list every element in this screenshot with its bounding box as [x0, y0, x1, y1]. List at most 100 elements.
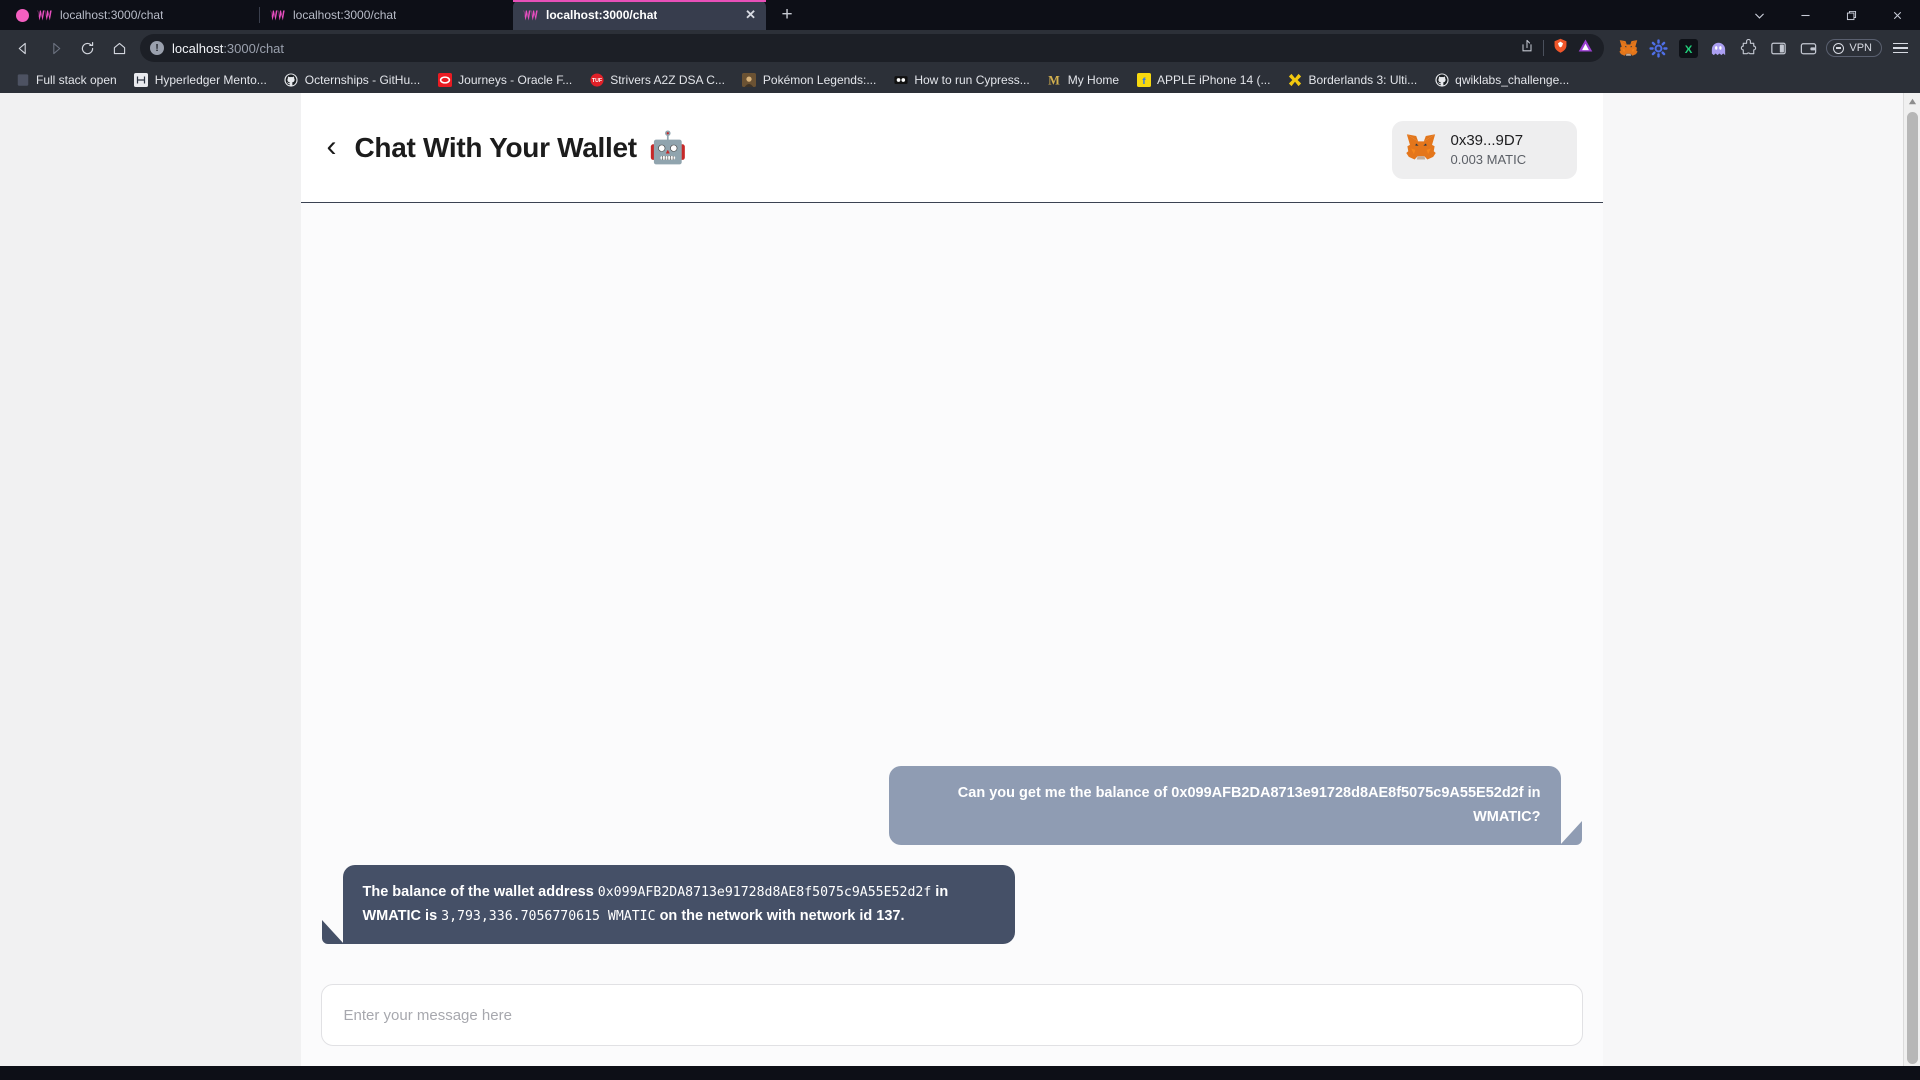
bookmark-item[interactable]: Octernships - GitHu...	[277, 69, 427, 90]
github-icon	[284, 72, 299, 87]
svg-text:TUF: TUF	[592, 78, 603, 84]
metamask-extension-icon[interactable]	[1616, 36, 1640, 60]
puzzle-extensions-icon[interactable]	[1736, 36, 1760, 60]
message-composer	[300, 984, 1603, 1066]
tab-strip: localhost:3000/chat localhost:3000/chat …	[0, 0, 1920, 30]
message-input[interactable]	[320, 984, 1583, 1046]
page-right-gutter	[1602, 93, 1903, 1066]
vpn-label: VPN	[1849, 42, 1872, 54]
close-button[interactable]	[1874, 0, 1920, 30]
bookmark-item[interactable]: qwiklabs_challenge...	[1427, 69, 1576, 90]
maximize-button[interactable]	[1828, 0, 1874, 30]
back-button[interactable]	[8, 34, 38, 62]
url-host: localhost	[172, 40, 224, 56]
bookmark-label: My Home	[1067, 72, 1120, 87]
message-text: Can you get me the balance of 0x099AFB2D…	[957, 785, 1541, 825]
page-title-text: Chat With Your Wallet	[354, 131, 638, 163]
bookmarks-bar: Full stack open Hyperledger Mento... Oct…	[0, 66, 1920, 93]
wallet-icon[interactable]	[1796, 36, 1820, 60]
wallet-connect-favicon	[37, 9, 52, 22]
reload-button[interactable]	[72, 34, 102, 62]
omnibox-actions	[1519, 37, 1594, 59]
scrollbar-thumb[interactable]	[1906, 112, 1918, 1064]
brave-shields-icon[interactable]	[1552, 37, 1569, 59]
recording-indicator-icon	[16, 8, 29, 22]
wallet-connect-favicon	[270, 9, 285, 22]
flipkart-icon: f	[1136, 72, 1151, 87]
page-left-gutter	[0, 93, 301, 1066]
borderlands-icon	[1287, 72, 1302, 87]
metamask-fox-icon	[1404, 131, 1438, 168]
chat-message-row: The balance of the wallet address 0x099A…	[321, 865, 1583, 958]
bookmark-item[interactable]: Pokémon Legends:...	[735, 69, 883, 90]
bookmark-item[interactable]: Borderlands 3: Ulti...	[1280, 69, 1424, 90]
new-tab-button[interactable]: +	[772, 0, 802, 30]
browser-tab-1[interactable]: localhost:3000/chat	[6, 0, 259, 30]
browser-menu-button[interactable]	[1888, 36, 1912, 60]
close-tab-icon[interactable]: ✕	[745, 7, 756, 23]
message-address-mono: 0x099AFB2DA8713e91728d8AE8f5075c9A55E52d…	[597, 885, 932, 901]
navigation-toolbar: ! localhost:3000/chat X VPN	[0, 30, 1920, 66]
bookmark-item[interactable]: Full stack open	[8, 69, 124, 90]
tab-search-button[interactable]	[1736, 0, 1782, 30]
wallet-details: 0x39...9D7 0.003 MATIC	[1451, 131, 1527, 169]
bookmark-label: Journeys - Oracle F...	[458, 72, 573, 87]
window-controls	[1736, 0, 1920, 30]
chat-app: ‹ Chat With Your Wallet 🤖 0x39...9D7 0.0…	[300, 93, 1603, 1066]
github-icon	[1434, 72, 1449, 87]
back-navigation-icon[interactable]: ‹	[327, 131, 337, 162]
vpn-button[interactable]: VPN	[1826, 39, 1882, 57]
bookmark-item[interactable]: Journeys - Oracle F...	[430, 69, 579, 90]
bookmark-label: Hyperledger Mento...	[154, 72, 267, 87]
svg-text:M: M	[1048, 73, 1060, 87]
browser-tab-2[interactable]: localhost:3000/chat	[260, 0, 513, 30]
excel-extension-icon[interactable]: X	[1676, 36, 1700, 60]
m-icon: M	[1047, 72, 1062, 87]
bookmark-item[interactable]: M My Home	[1040, 69, 1126, 90]
bookmark-item[interactable]: Hyperledger Mento...	[127, 69, 274, 90]
omnibox-divider	[1543, 40, 1545, 56]
site-info-icon[interactable]: !	[150, 41, 164, 55]
brave-rewards-icon[interactable]	[1577, 37, 1594, 59]
phantom-extension-icon[interactable]	[1706, 36, 1730, 60]
scroll-up-arrow-icon[interactable]	[1904, 93, 1920, 110]
minimize-button[interactable]	[1782, 0, 1828, 30]
bookmark-label: Full stack open	[36, 72, 117, 87]
wallet-address: 0x39...9D7	[1450, 132, 1524, 149]
chat-message-list: Can you get me the balance of 0x099AFB2D…	[300, 203, 1603, 984]
gear-extension-icon[interactable]	[1646, 36, 1670, 60]
oracle-icon	[437, 72, 452, 87]
page-title: Chat With Your Wallet 🤖	[355, 132, 688, 164]
tab-title: localhost:3000/chat	[293, 8, 397, 22]
address-bar-url: localhost:3000/chat	[172, 41, 284, 56]
bookmark-label: qwiklabs_challenge...	[1455, 72, 1570, 87]
wallet-card[interactable]: 0x39...9D7 0.003 MATIC	[1391, 121, 1577, 179]
bookmark-item[interactable]: f APPLE iPhone 14 (...	[1129, 69, 1277, 90]
user-message-bubble: Can you get me the balance of 0x099AFB2D…	[888, 766, 1582, 846]
video-icon	[893, 72, 908, 87]
browser-window: localhost:3000/chat localhost:3000/chat …	[0, 0, 1920, 1080]
sidebar-panel-icon[interactable]	[1766, 36, 1790, 60]
bookmark-item[interactable]: How to run Cypress...	[886, 69, 1036, 90]
bookmark-label: Strivers A2Z DSA C...	[610, 72, 725, 87]
forward-button[interactable]	[40, 34, 70, 62]
page-scrollbar[interactable]	[1903, 93, 1920, 1066]
takeuforward-icon: TUF	[589, 72, 604, 87]
pokemon-icon	[742, 72, 757, 87]
browser-tab-3-active[interactable]: localhost:3000/chat ✕	[513, 0, 766, 30]
hyperledger-icon	[134, 72, 149, 87]
bookmark-label: How to run Cypress...	[914, 72, 1030, 87]
wallet-balance: 0.003 MATIC	[1450, 152, 1527, 168]
share-icon[interactable]	[1519, 38, 1535, 59]
home-button[interactable]	[104, 34, 134, 62]
bookmark-label: APPLE iPhone 14 (...	[1157, 72, 1271, 87]
message-text-part: on the network with network id 137.	[655, 907, 905, 924]
wallet-connect-favicon	[523, 9, 538, 22]
bookmark-label: Pokémon Legends:...	[762, 72, 877, 87]
address-bar[interactable]: ! localhost:3000/chat	[140, 34, 1605, 62]
window-bottom-edge	[0, 1066, 1920, 1080]
bookmark-item[interactable]: TUF Strivers A2Z DSA C...	[582, 69, 732, 90]
hamburger-icon	[1892, 42, 1908, 54]
url-path: :3000/chat	[223, 40, 285, 56]
tab-title: localhost:3000/chat	[60, 8, 164, 22]
